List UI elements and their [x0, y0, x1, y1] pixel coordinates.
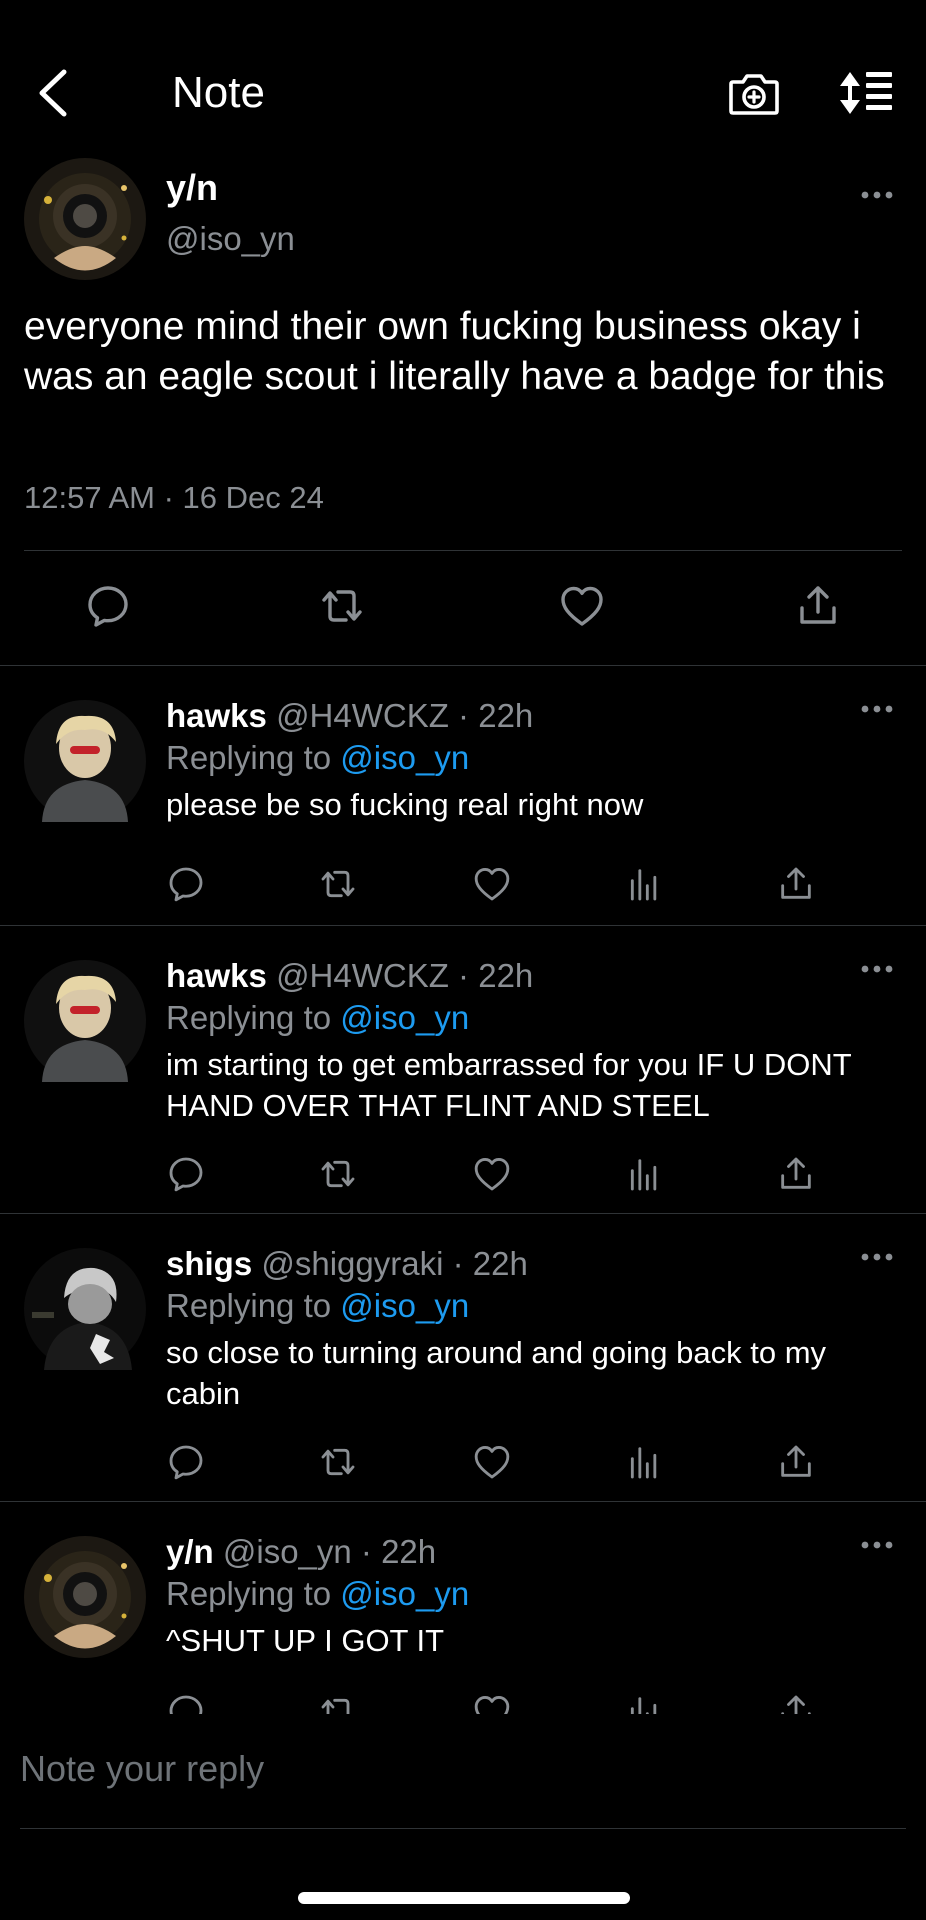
- reply-meta: @shiggyraki · 22h: [261, 1245, 528, 1282]
- camera-plus-icon[interactable]: [728, 68, 780, 118]
- avatar[interactable]: [24, 700, 146, 822]
- replying-to: Replying to @iso_yn: [166, 738, 469, 778]
- replying-label: Replying to: [166, 739, 332, 776]
- reply-author-name[interactable]: hawks: [166, 957, 267, 994]
- reply-icon[interactable]: [166, 1154, 206, 1194]
- reply-author-name[interactable]: shigs: [166, 1245, 252, 1282]
- sort-icon[interactable]: [838, 68, 894, 118]
- like-icon[interactable]: [472, 864, 512, 904]
- reply-item[interactable]: shigs @shiggyraki · 22h Replying to @iso…: [0, 1213, 926, 1502]
- retweet-icon[interactable]: [318, 1154, 358, 1194]
- reply-item[interactable]: y/n @iso_yn · 22h Replying to @iso_yn ^S…: [0, 1501, 926, 1715]
- avatar[interactable]: [24, 960, 146, 1082]
- mention-link[interactable]: @iso_yn: [340, 1287, 469, 1324]
- reply-composer: Note your reply: [0, 1714, 926, 1920]
- author-handle[interactable]: @iso_yn: [166, 220, 295, 258]
- replying-label: Replying to: [166, 999, 332, 1036]
- divider: [20, 1828, 906, 1829]
- retweet-icon[interactable]: [318, 582, 366, 630]
- reply-header: hawks @H4WCKZ · 22h: [166, 696, 533, 736]
- reply-meta: @iso_yn · 22h: [222, 1533, 437, 1570]
- stats-icon[interactable]: [624, 1154, 664, 1194]
- replying-to: Replying to @iso_yn: [166, 998, 469, 1038]
- page-title: Note: [172, 68, 265, 117]
- back-chevron-icon[interactable]: [34, 66, 74, 120]
- reply-icon[interactable]: [166, 1692, 206, 1715]
- reply-item[interactable]: hawks @H4WCKZ · 22h Replying to @iso_yn …: [0, 665, 926, 926]
- reply-meta: @H4WCKZ · 22h: [276, 957, 534, 994]
- like-icon[interactable]: [558, 582, 606, 630]
- avatar[interactable]: [24, 1248, 146, 1370]
- replying-to: Replying to @iso_yn: [166, 1574, 469, 1614]
- like-icon[interactable]: [472, 1692, 512, 1715]
- post-text: everyone mind their own fucking business…: [24, 305, 885, 398]
- more-options-icon[interactable]: [860, 1540, 894, 1550]
- reply-author-name[interactable]: hawks: [166, 697, 267, 734]
- reply-header: shigs @shiggyraki · 22h: [166, 1244, 528, 1284]
- retweet-icon[interactable]: [318, 1442, 358, 1482]
- reply-header: hawks @H4WCKZ · 22h: [166, 956, 533, 996]
- reply-icon[interactable]: [166, 864, 206, 904]
- reply-meta: @H4WCKZ · 22h: [276, 697, 534, 734]
- nav-header: Note: [0, 0, 926, 150]
- main-post: y/n @iso_yn everyone mind their own fuck…: [0, 150, 926, 665]
- avatar[interactable]: [24, 158, 146, 280]
- reply-icon[interactable]: [166, 1442, 206, 1482]
- stats-icon[interactable]: [624, 864, 664, 904]
- share-icon[interactable]: [776, 1692, 816, 1715]
- replying-label: Replying to: [166, 1575, 332, 1612]
- avatar[interactable]: [24, 1536, 146, 1658]
- post-timestamp: 12:57 AM · 16 Dec 24: [24, 480, 324, 515]
- stats-icon[interactable]: [624, 1442, 664, 1482]
- share-icon[interactable]: [776, 1154, 816, 1194]
- like-icon[interactable]: [472, 1154, 512, 1194]
- share-icon[interactable]: [776, 1442, 816, 1482]
- reply-author-name[interactable]: y/n: [166, 1533, 214, 1570]
- divider: [24, 550, 902, 551]
- reply-icon[interactable]: [84, 582, 132, 630]
- reply-text: im starting to get embarrassed for you I…: [166, 1047, 852, 1123]
- mention-link[interactable]: @iso_yn: [340, 999, 469, 1036]
- home-indicator[interactable]: [298, 1892, 630, 1904]
- replying-to: Replying to @iso_yn: [166, 1286, 469, 1326]
- replying-label: Replying to: [166, 1287, 332, 1324]
- reply-text: so close to turning around and going bac…: [166, 1335, 827, 1411]
- mention-link[interactable]: @iso_yn: [340, 739, 469, 776]
- reply-text: please be so fucking real right now: [166, 787, 644, 822]
- more-options-icon[interactable]: [860, 964, 894, 974]
- more-options-icon[interactable]: [860, 704, 894, 714]
- more-options-icon[interactable]: [860, 1252, 894, 1262]
- reply-item[interactable]: hawks @H4WCKZ · 22h Replying to @iso_yn …: [0, 925, 926, 1214]
- like-icon[interactable]: [472, 1442, 512, 1482]
- more-options-icon[interactable]: [860, 190, 894, 200]
- reply-header: y/n @iso_yn · 22h: [166, 1532, 436, 1572]
- retweet-icon[interactable]: [318, 1692, 358, 1715]
- reply-text: ^SHUT UP I GOT IT: [166, 1623, 445, 1658]
- share-icon[interactable]: [794, 582, 842, 630]
- share-icon[interactable]: [776, 864, 816, 904]
- reply-input[interactable]: Note your reply: [20, 1748, 264, 1790]
- mention-link[interactable]: @iso_yn: [340, 1575, 469, 1612]
- retweet-icon[interactable]: [318, 864, 358, 904]
- stats-icon[interactable]: [624, 1692, 664, 1715]
- author-name[interactable]: y/n: [166, 168, 218, 208]
